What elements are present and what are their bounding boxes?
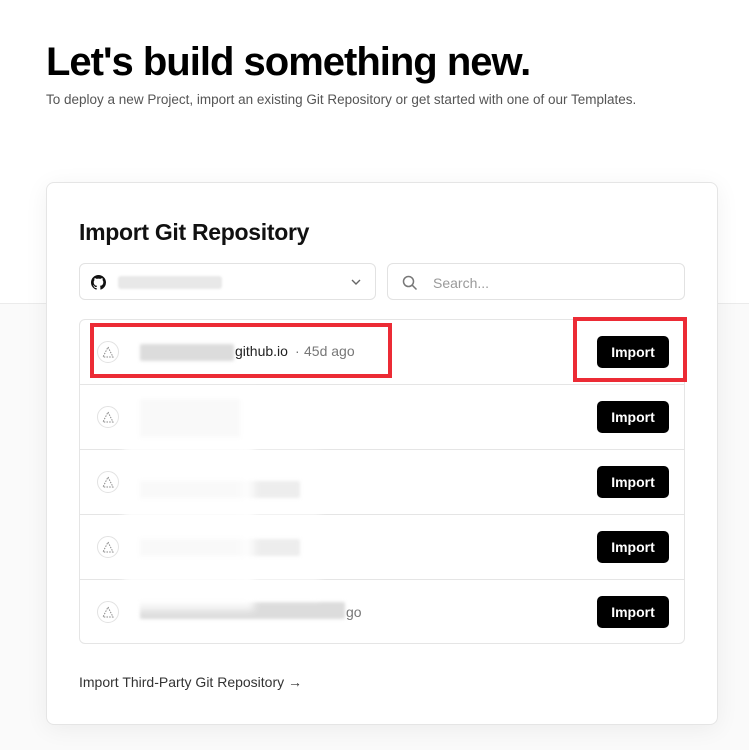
framework-triangle-icon (97, 406, 119, 428)
framework-triangle-icon (97, 471, 119, 493)
repo-separator: · (295, 343, 300, 359)
repo-updated: go (346, 604, 362, 620)
search-input[interactable] (431, 272, 675, 294)
redacted-repo-prefix (140, 344, 234, 361)
repository-list: github.io · 45d ago Import Import Import (79, 319, 685, 644)
repository-row: Import (80, 515, 684, 580)
search-icon (402, 275, 418, 291)
framework-triangle-icon (97, 601, 119, 623)
chevron-down-icon (351, 279, 361, 285)
repository-row: Import (80, 450, 684, 515)
repo-name: github.io (235, 343, 288, 359)
repository-search[interactable] (387, 263, 685, 300)
framework-triangle-icon (97, 341, 119, 363)
repo-updated: 45d ago (304, 343, 355, 359)
import-third-party-repository-link[interactable]: Import Third-Party Git Repository → (79, 674, 302, 690)
repository-row: github.io · 45d ago Import (80, 320, 684, 385)
git-account-selector[interactable] (79, 263, 376, 300)
framework-triangle-icon (97, 536, 119, 558)
account-name-redacted (118, 276, 222, 289)
page-title: Let's build something new. (46, 40, 531, 84)
redacted-repo-name (140, 481, 300, 498)
import-button[interactable]: Import (597, 531, 669, 563)
redacted-repo-name (140, 539, 300, 556)
github-icon (91, 275, 106, 290)
page-subtitle: To deploy a new Project, import an exist… (46, 92, 637, 107)
import-button[interactable]: Import (597, 466, 669, 498)
redacted-repo-name (140, 399, 240, 437)
import-button[interactable]: Import (597, 596, 669, 628)
redacted-repo-name (140, 602, 345, 619)
import-git-repository-card: Import Git Repository github.io · 45d ag… (46, 182, 718, 725)
repository-row: Import (80, 385, 684, 450)
import-button[interactable]: Import (597, 401, 669, 433)
repository-row: go Import (80, 580, 684, 643)
import-button[interactable]: Import (597, 336, 669, 368)
card-title: Import Git Repository (79, 219, 310, 245)
